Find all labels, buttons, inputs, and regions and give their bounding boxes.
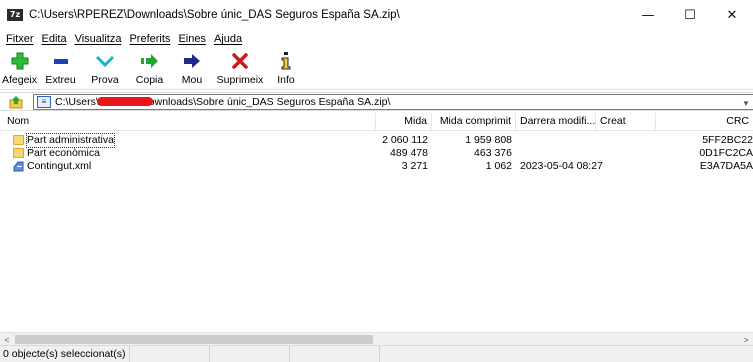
move-button[interactable]: Mou (172, 48, 212, 90)
extract-button[interactable]: Extreu (38, 48, 83, 90)
file-size: 489 478 (390, 147, 428, 159)
arrow-right-icon (179, 51, 205, 71)
file-crc: E3A7DA5A (699, 160, 753, 172)
path-suffix: ownloads\Sobre únic_DAS Seguros España S… (148, 96, 391, 108)
file-crc: 0D1FC2CA (699, 147, 753, 159)
delete-x-icon (227, 51, 253, 71)
file-size: 3 271 (401, 160, 428, 172)
check-chevron-icon (92, 51, 118, 71)
file-crc: 5FF2BC22 (702, 134, 753, 146)
app-7zip-icon: 7z (7, 9, 23, 21)
address-bar: ≡ C:\Users\ ownloads\Sobre únic_DAS Segur… (0, 92, 753, 111)
menu-preferits[interactable]: Preferits (129, 33, 170, 45)
file-name: Part administrativa (26, 133, 115, 148)
path-input[interactable]: ≡ C:\Users\ ownloads\Sobre únic_DAS Segur… (33, 94, 753, 110)
info-icon (273, 51, 299, 71)
menu-eines[interactable]: Eines (178, 33, 206, 45)
file-size: 2 060 112 (382, 134, 428, 146)
move-label: Mou (181, 74, 203, 86)
file-packed-size: 1 062 (485, 160, 512, 172)
scrollbar-thumb[interactable] (15, 335, 373, 344)
file-packed-size: 1 959 808 (465, 134, 512, 146)
xml-file-icon (13, 161, 24, 172)
chevron-down-icon[interactable]: ▼ (739, 96, 753, 110)
list-item[interactable]: Part econòmica 489 478 463 376 0D1FC2CA (0, 147, 753, 160)
column-modified[interactable]: Darrera modifi... (516, 113, 596, 131)
add-label: Afegeix (1, 74, 38, 86)
delete-label: Suprimeix (216, 74, 264, 86)
window-title: C:\Users\RPEREZ\Downloads\Sobre únic_DAS… (29, 9, 400, 21)
column-created[interactable]: Creat (596, 113, 656, 131)
status-bar: 0 objecte(s) seleccionat(s) (0, 345, 753, 362)
list-header: Nom Mida Mida comprimit Darrera modifi..… (0, 113, 753, 131)
delete-button[interactable]: Suprimeix (212, 48, 268, 90)
maximize-button[interactable]: ☐ (669, 0, 711, 30)
menu-edita[interactable]: Edita (42, 33, 67, 45)
file-name: Contingut.xml (27, 160, 92, 172)
list-item[interactable]: Part administrativa 2 060 112 1 959 808 … (0, 133, 753, 148)
column-size[interactable]: Mida (376, 113, 432, 131)
minimize-button[interactable]: — (627, 0, 669, 30)
column-packed-size[interactable]: Mida comprimit (432, 113, 516, 131)
file-packed-size: 463 376 (474, 147, 512, 159)
file-modified: 2023-05-04 08:27 (520, 160, 603, 172)
list-item[interactable]: Contingut.xml 3 271 1 062 2023-05-04 08:… (0, 160, 753, 173)
extract-label: Extreu (45, 74, 76, 86)
status-segment-2 (130, 346, 210, 362)
redaction-mark (96, 96, 153, 106)
window-controls: — ☐ ✕ (627, 0, 753, 30)
archive-path-icon: ≡ (37, 96, 51, 108)
add-button[interactable]: Afegeix (1, 48, 38, 90)
test-button[interactable]: Prova (83, 48, 127, 90)
plus-icon (7, 51, 33, 71)
title-bar: 7z C:\Users\RPEREZ\Downloads\Sobre únic_… (0, 0, 753, 30)
path-prefix: C:\Users\ (55, 96, 99, 108)
info-label: Info (277, 74, 295, 86)
status-segment-3 (210, 346, 290, 362)
info-button[interactable]: Info (268, 48, 304, 90)
column-crc[interactable]: CRC (656, 113, 753, 131)
toolbar: Afegeix Extreu Prova Copia Mou Suprimeix (0, 48, 753, 90)
file-list: Nom Mida Mida comprimit Darrera modifi..… (0, 113, 753, 332)
minus-icon (48, 51, 74, 71)
folder-icon (13, 148, 24, 158)
horizontal-scrollbar[interactable]: < > (0, 332, 753, 345)
status-segment-4 (290, 346, 380, 362)
copy-label: Copia (135, 74, 164, 86)
close-button[interactable]: ✕ (711, 0, 753, 30)
menu-ajuda[interactable]: Ajuda (214, 33, 242, 45)
path-text: C:\Users\ ownloads\Sobre únic_DAS Seguros… (55, 96, 390, 108)
test-label: Prova (91, 74, 119, 86)
column-name[interactable]: Nom (0, 113, 376, 131)
folder-up-icon[interactable] (8, 94, 24, 110)
copy-button[interactable]: Copia (127, 48, 172, 90)
double-arrow-right-icon (137, 51, 163, 71)
menu-visualitza[interactable]: Visualitza (75, 33, 122, 45)
menu-bar: Fitxer Edita Visualitza Preferits Eines … (0, 30, 753, 48)
file-name: Part econòmica (27, 147, 100, 159)
menu-fitxer[interactable]: Fitxer (6, 33, 34, 45)
folder-icon (13, 135, 24, 145)
selection-status: 0 objecte(s) seleccionat(s) (0, 346, 130, 362)
